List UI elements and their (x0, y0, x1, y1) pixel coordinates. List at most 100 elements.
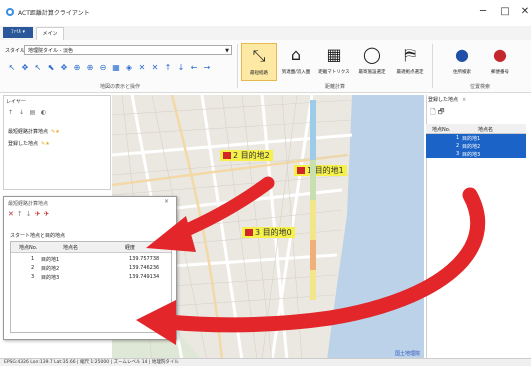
arrow-up-icon[interactable]: ↑ (162, 62, 174, 74)
layer-add-icon[interactable]: ▤ (28, 109, 37, 116)
marker-pin-icon (223, 152, 231, 159)
cell-no: 3 (31, 274, 35, 280)
postal-search-button[interactable]: ● 郵便番号 (482, 43, 518, 81)
house-icon: ⌂ (290, 45, 302, 64)
distance-matrix-label: 距離マトリクス (318, 70, 350, 75)
marker-pin-icon (245, 229, 253, 236)
circle-icon: ◯ (363, 45, 381, 64)
arrow-up-icon[interactable]: ↑ (17, 210, 23, 218)
chevron-down-icon: ▼ (225, 48, 229, 54)
registered-toolbar[interactable]: 🗋 🗗 (430, 108, 444, 119)
arrow-down-icon[interactable]: ↓ (17, 109, 26, 116)
arrow-down-icon[interactable]: ↓ (26, 210, 32, 218)
layer-item[interactable]: 最短経路計算地点 ✎★ (8, 128, 60, 135)
map-style-select[interactable]: 地理院タイル - 淡色 ▼ (24, 45, 232, 55)
arrow-left-icon[interactable]: ← (188, 62, 200, 74)
layer-panel-title: レイヤー (6, 99, 26, 105)
shortest-path-label: 最短経路 (250, 71, 268, 76)
layer-item-label: 登録した地点 (8, 141, 39, 147)
registered-table-body: 1 目的地1 2 目的地2 3 目的地3 (426, 134, 526, 158)
table-row[interactable]: 3 目的地3 (426, 150, 526, 158)
layer-toolbar: ↑ ↓ ▤ ◐ (6, 109, 48, 116)
pointer-tool-icon[interactable]: ↖ (32, 62, 44, 74)
move-tool-icon[interactable]: ✥ (58, 62, 70, 74)
matrix-icon: ▦ (326, 45, 342, 64)
layer-remove-icon[interactable]: ◐ (39, 109, 48, 116)
clear-tool-icon[interactable]: ✕ (136, 62, 148, 74)
select-tool-icon[interactable]: ↖ (6, 62, 18, 74)
column-header-no[interactable]: 地点No. (19, 244, 37, 251)
layer-tool-icon[interactable]: ◈ (123, 62, 135, 74)
table-row[interactable]: 2 目的地2 (426, 142, 526, 150)
grid-tool-icon[interactable]: ▦ (110, 62, 122, 74)
column-header-no[interactable]: 地点No. (432, 126, 450, 133)
optimal-site-label: 最適拠点選定 (396, 70, 424, 75)
flag-icon: ⛿ (404, 45, 416, 64)
layer-style-icon: ✎★ (41, 141, 50, 147)
close-icon[interactable]: × (462, 97, 466, 103)
dialog-toolbar: ✕ ↑ ↓ ✈ ✈ (8, 210, 49, 218)
address-search-label: 住所検索 (453, 70, 471, 75)
layer-style-icon: ✎★ (51, 129, 60, 135)
cell-lon: 139.746236 (129, 265, 160, 271)
cell-no: 1 (456, 135, 460, 141)
ribbon-tab-strip (0, 26, 531, 40)
route-icon[interactable]: ✈ (44, 210, 50, 218)
address-search-button[interactable]: ● 住所検索 (444, 43, 480, 81)
cell-no: 2 (456, 143, 460, 149)
app-icon (6, 8, 14, 16)
tab-registered-points[interactable]: 登録した地点 × (428, 96, 467, 103)
table-header: 地点No. 地点名 経度 (11, 242, 171, 253)
arrow-down-icon[interactable]: ↓ (175, 62, 187, 74)
cell-name: 目的地2 (41, 266, 60, 272)
layer-item[interactable]: 登録した地点 ✎★ (8, 140, 50, 147)
reach-area-button[interactable]: ⌂ 到達圏/流入圏 (278, 43, 314, 81)
map-marker[interactable]: 2 目的地2 (220, 150, 273, 161)
calculate-icon[interactable]: ✈ (35, 210, 41, 218)
optimal-site-button[interactable]: ⛿ 最適拠点選定 (392, 43, 428, 81)
column-header-name[interactable]: 地点名 (63, 244, 78, 251)
close-icon[interactable]: × (164, 198, 169, 205)
close-button[interactable]: ✕ (516, 4, 531, 20)
clear-all-icon[interactable]: ✕ (149, 62, 161, 74)
distance-matrix-button[interactable]: ▦ 距離マトリクス (316, 43, 352, 81)
window-title: ACT距離計算クライアント (18, 10, 90, 17)
column-header-name[interactable]: 地点名 (478, 126, 493, 133)
cell-no: 3 (456, 151, 460, 157)
maximize-button[interactable]: □ (496, 4, 514, 20)
arrow-up-icon[interactable]: ↑ (6, 109, 15, 116)
column-header-lon[interactable]: 経度 (125, 244, 135, 251)
map-marker[interactable]: 3 目的地0 (242, 227, 295, 238)
map-marker-label: 3 目的地0 (255, 228, 292, 237)
nearest-facility-label: 最寄施設選定 (358, 70, 386, 75)
tab-registered-points-label: 登録した地点 (428, 97, 459, 103)
tab-file[interactable]: ﾌｧｲﾙ ▾ (3, 27, 33, 38)
cell-name: 目的地1 (462, 136, 481, 142)
map-marker[interactable]: 1 目的地1 (294, 165, 347, 176)
map-copyright[interactable]: 国土地理院 (395, 350, 420, 357)
dialog-points-table: 地点No. 地点名 経度 1 目的地1 139.757738 2 目的地2 13… (10, 241, 172, 333)
tab-main[interactable]: メイン (36, 27, 64, 40)
zoom-out-icon[interactable]: ⊖ (97, 62, 109, 74)
table-row[interactable]: 1 目的地1 (426, 134, 526, 142)
cell-name: 目的地2 (462, 144, 481, 150)
table-row[interactable]: 1 目的地1 139.757738 (11, 255, 171, 263)
arrow-right-icon[interactable]: → (201, 62, 213, 74)
registered-table-header: 地点No. 地点名 (426, 124, 526, 134)
map-marker-label: 2 目的地2 (233, 151, 270, 160)
nearest-facility-button[interactable]: ◯ 最寄施設選定 (354, 43, 390, 81)
pan-tool-icon[interactable]: ✥ (19, 62, 31, 74)
layer-item-label: 最短経路計算地点 (8, 129, 49, 135)
delete-icon[interactable]: ✕ (8, 210, 14, 218)
zoom-in-icon[interactable]: ⊕ (84, 62, 96, 74)
zoom-scale-bar[interactable] (310, 100, 316, 300)
cell-no: 1 (31, 256, 35, 262)
table-row[interactable]: 2 目的地2 139.746236 (11, 264, 171, 272)
minimize-button[interactable]: ─ (474, 4, 492, 20)
zoom-extent-icon[interactable]: ⊕ (71, 62, 83, 74)
dialog-title: 最短経路計算地点 (8, 201, 49, 207)
shortest-path-icon: ⤡ (252, 46, 266, 65)
table-row[interactable]: 3 目的地3 139.749134 (11, 273, 171, 281)
shortest-path-button[interactable]: ⤡ 最短経路 (241, 43, 277, 81)
back-tool-icon[interactable]: ⬉ (45, 62, 57, 74)
